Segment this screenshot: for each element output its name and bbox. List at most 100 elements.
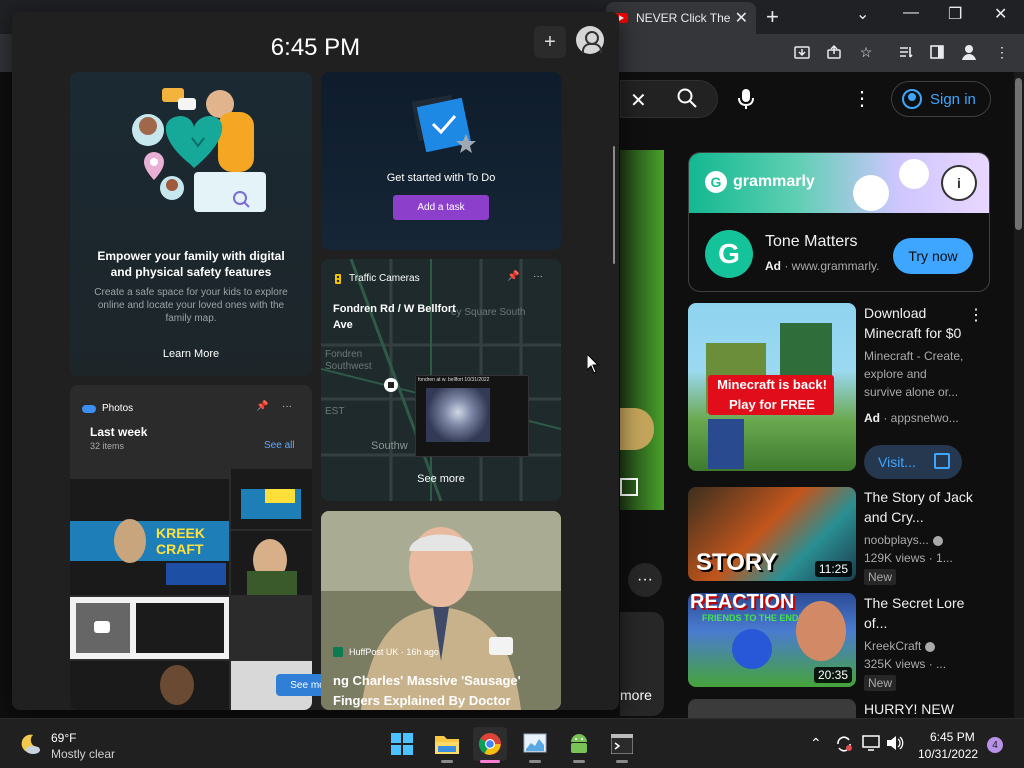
photo-thumbnail[interactable]: KREEK CRAFT [70, 469, 229, 595]
video-title[interactable]: HURRY! NEW [864, 699, 974, 718]
close-window-button[interactable]: ✕ [994, 4, 1007, 24]
weather-moon-icon[interactable] [18, 732, 42, 756]
widgets-time: 6:45 PM [270, 34, 361, 61]
add-task-button[interactable]: Add a task [393, 195, 489, 220]
try-now-button[interactable]: Try now [893, 238, 973, 274]
sign-in-button[interactable]: Sign in [891, 81, 991, 117]
svg-text:EST: EST [325, 406, 344, 417]
new-badge: New [864, 675, 897, 691]
video-thumbnail[interactable]: Minecraft is back! Play for FREE [688, 303, 856, 471]
sync-icon[interactable] [835, 735, 853, 756]
weather-temperature[interactable]: 69°F [51, 731, 76, 745]
recommendation-item[interactable]: STORY 11:25 The Story of Jack and Cry...… [688, 487, 1014, 585]
reading-list-icon[interactable] [896, 42, 916, 62]
new-tab-button[interactable]: + [766, 4, 779, 30]
taskbar: 69°F Mostly clear ⌃ 6:45 PM 10/31/2022 4 [0, 718, 1024, 768]
pin-icon[interactable]: 📌 [256, 401, 268, 412]
file-explorer-icon[interactable] [430, 727, 464, 763]
show-more-link[interactable]: more [620, 687, 652, 703]
channel-name[interactable]: KreekCraft [864, 637, 964, 655]
ad-info-icon[interactable]: i [941, 165, 977, 201]
photo-thumbnail[interactable] [231, 469, 312, 529]
card-menu-icon[interactable]: ··· [282, 401, 292, 412]
pin-icon[interactable]: 📌 [507, 271, 519, 282]
channel-name[interactable]: noobplays... [864, 531, 964, 549]
network-icon[interactable] [862, 735, 880, 754]
volume-icon[interactable] [886, 735, 904, 754]
more-actions-button[interactable]: ··· [628, 563, 662, 597]
video-title[interactable]: The Secret Lore of... [864, 593, 974, 633]
video-thumbnail[interactable]: REACTION FRIENDS TO THE END! 20:35 [688, 593, 856, 687]
minimize-button[interactable]: — [903, 4, 919, 22]
traffic-location: Fondren Rd / W Bellfort Ave [333, 303, 456, 331]
video-thumbnail[interactable] [688, 699, 856, 718]
android-studio-icon[interactable] [562, 727, 596, 763]
side-panel-icon[interactable] [927, 42, 947, 62]
bookmark-star-icon[interactable]: ☆ [856, 42, 876, 62]
notification-badge[interactable]: 4 [987, 737, 1003, 753]
tab-youtube[interactable]: NEVER Click The ✕ [606, 2, 756, 34]
recommendation-item[interactable]: HURRY! NEW [688, 699, 1014, 718]
chrome-menu-icon[interactable]: ⋮ [992, 42, 1012, 62]
terminal-icon[interactable] [605, 727, 639, 763]
account-icon [902, 89, 922, 109]
photos-period: Last week [90, 425, 148, 439]
visit-button[interactable]: Visit... [864, 445, 962, 479]
photo-thumbnail[interactable] [70, 597, 229, 659]
grammarly-banner-logo: G grammarly [705, 171, 815, 193]
onedrive-cloud-icon [82, 404, 96, 413]
card-menu-icon[interactable]: ··· [533, 271, 543, 282]
chrome-icon[interactable] [473, 727, 507, 763]
user-avatar[interactable] [576, 26, 604, 54]
ad-source: Ad · appsnetwo... [864, 411, 959, 425]
traffic-cameras-card[interactable]: ey Square South Fondren Southwest EST So… [321, 259, 561, 501]
install-icon[interactable] [792, 42, 812, 62]
ad-title[interactable]: Tone Matters [765, 233, 857, 251]
start-icon[interactable] [385, 727, 419, 761]
resource-monitor-icon[interactable] [518, 727, 552, 763]
see-more-link[interactable]: See more [321, 473, 561, 485]
news-headline[interactable]: ng Charles' Massive 'Sausage' Fingers Ex… [333, 671, 559, 710]
widgets-scrollbar[interactable] [613, 146, 615, 264]
todo-check-icon [411, 94, 476, 153]
page-scrollbar-thumb[interactable] [1015, 78, 1022, 230]
external-link-icon [934, 453, 950, 469]
todo-card[interactable]: Get started with To Do Add a task [321, 72, 561, 250]
settings-menu-icon[interactable]: ⋮ [852, 86, 872, 111]
photo-thumbnail[interactable] [231, 531, 312, 595]
recommendation-item[interactable]: REACTION FRIENDS TO THE END! 20:35 The S… [688, 593, 1014, 691]
weather-condition[interactable]: Mostly clear [51, 747, 115, 761]
tab-search-icon[interactable]: ⌄ [856, 4, 869, 24]
photos-count: 32 items [90, 441, 125, 451]
news-card[interactable]: HuffPost UK · 16h ago ng Charles' Massiv… [321, 511, 561, 710]
new-badge: New [864, 569, 897, 585]
taskbar-clock-date[interactable]: 10/31/2022 [918, 747, 978, 761]
video-player[interactable] [620, 150, 664, 510]
tab-close-icon[interactable]: ✕ [735, 8, 748, 28]
learn-more-link[interactable]: Learn More [70, 348, 312, 360]
family-safety-card[interactable]: Empower your family with digital and phy… [70, 72, 312, 376]
ad-card[interactable]: G grammarly i G Tone Matters Ad · www.gr… [688, 152, 990, 292]
clear-search-icon[interactable]: ✕ [630, 88, 647, 113]
video-thumbnail[interactable]: STORY 11:25 [688, 487, 856, 581]
add-widget-button[interactable]: + [534, 26, 566, 58]
video-menu-icon[interactable]: ⋮ [968, 305, 984, 325]
share-icon[interactable] [824, 42, 844, 62]
photo-thumbnail[interactable] [70, 661, 229, 710]
news-source: HuffPost UK · 16h ago [333, 647, 439, 657]
recommendation-item[interactable]: Minecraft is back! Play for FREE Downloa… [688, 303, 1014, 479]
traffic-camera-image[interactable]: fondren at w. bellfort 10/31/2022 [415, 375, 529, 457]
profile-icon[interactable] [959, 42, 979, 62]
hands-emoji-icon [899, 159, 929, 189]
video-title[interactable]: The Story of Jack and Cry... [864, 487, 974, 527]
see-all-link[interactable]: See all [264, 440, 295, 451]
ad-domain: www.grammarly. [791, 259, 880, 273]
search-icon[interactable] [676, 87, 698, 109]
taskbar-clock-time[interactable]: 6:45 PM [930, 730, 975, 744]
restore-button[interactable]: ❐ [948, 4, 962, 24]
video-title[interactable]: Download Minecraft for $0 [864, 303, 974, 343]
photos-card[interactable]: Photos 📌 ··· Last week 32 items See all … [70, 385, 312, 710]
show-hidden-icons-icon[interactable]: ⌃ [810, 735, 822, 752]
fullscreen-icon[interactable] [620, 478, 638, 496]
microphone-icon[interactable] [736, 87, 756, 111]
